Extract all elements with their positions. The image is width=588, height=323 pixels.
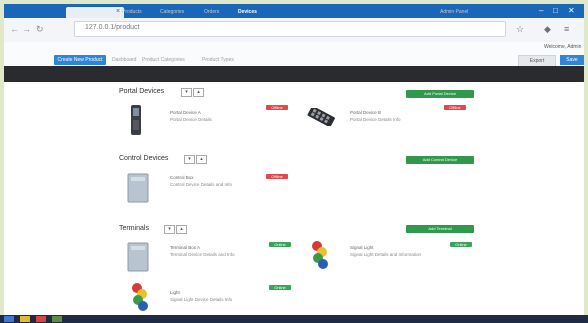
item-name[interactable]: Control Box	[170, 175, 194, 180]
signal-light-icon	[132, 283, 148, 311]
url-text: 127.0.0.1/product	[85, 24, 140, 31]
section-title-terminals: Terminals	[119, 225, 149, 232]
nav-products[interactable]: Products	[122, 9, 142, 15]
minimize-icon[interactable]: –	[539, 6, 543, 15]
back-icon[interactable]: ←	[10, 24, 19, 34]
extension-icon[interactable]: ◆	[544, 24, 551, 35]
portal-filter-dropdown[interactable]: ▾	[181, 88, 192, 97]
control-filter-dropdown[interactable]: ▾	[184, 155, 195, 164]
link-product-categories[interactable]: Product Categories	[142, 57, 185, 63]
status-badge: Offline	[266, 105, 288, 110]
add-terminal-button[interactable]: Add Terminal	[406, 225, 474, 233]
star-icon[interactable]: ☆	[516, 24, 524, 35]
control-box-icon	[127, 173, 149, 203]
link-product-types[interactable]: Product Types	[202, 57, 234, 63]
terminals-sort-dropdown[interactable]: ▴	[176, 225, 187, 234]
start-icon[interactable]	[4, 316, 14, 322]
phone-device-icon	[131, 105, 141, 135]
status-badge: Offline	[444, 105, 466, 110]
nav-orders[interactable]: Orders	[204, 9, 219, 15]
create-product-button[interactable]: Create New Product	[54, 55, 106, 65]
os-taskbar	[0, 315, 588, 323]
nav-categories[interactable]: Categories	[160, 9, 184, 15]
maximize-icon[interactable]: □	[553, 6, 558, 15]
item-name[interactable]: Terminal Box A	[170, 245, 200, 250]
save-button[interactable]: Save	[560, 55, 584, 65]
app-taskbar-icon[interactable]	[52, 316, 62, 322]
section-title-portal: Portal Devices	[119, 88, 165, 95]
user-greeting: Welcome, Admin	[544, 44, 582, 50]
item-desc: Signal Light Details and Information	[350, 252, 422, 257]
status-badge: Online	[269, 242, 291, 247]
section-title-control: Control Devices	[119, 155, 169, 162]
add-control-device-button[interactable]: Add Control Device	[406, 156, 474, 164]
reload-icon[interactable]: ↻	[36, 24, 44, 35]
control-sort-dropdown[interactable]: ▴	[196, 155, 207, 164]
item-desc: Portal Device Details	[170, 117, 212, 122]
status-badge: Online	[269, 285, 291, 290]
portal-sort-dropdown[interactable]: ▴	[193, 88, 204, 97]
item-name[interactable]: Portal Device A	[170, 110, 201, 115]
item-name[interactable]: Light	[170, 290, 180, 295]
status-badge: Online	[450, 242, 472, 247]
control-box-icon	[127, 242, 149, 272]
browser-taskbar-icon[interactable]	[36, 316, 46, 322]
item-desc: Control Device Details and Info	[170, 182, 233, 187]
keypad-device-icon	[307, 108, 335, 126]
status-badge: Offline	[266, 174, 288, 179]
item-name[interactable]: Portal Device B	[350, 110, 381, 115]
browser-window: × – □ ✕ ← → ↻ 127.0.0.1/product ☆ ◆ ≡ We…	[4, 4, 584, 319]
item-desc: Signal Light Device Details Info	[170, 297, 233, 302]
terminals-filter-dropdown[interactable]: ▾	[164, 225, 175, 234]
item-desc: Portal Device Details Info	[350, 117, 401, 122]
nav-admin-panel[interactable]: Admin Panel	[440, 9, 468, 15]
main-navbar	[4, 66, 584, 82]
close-window-icon[interactable]: ✕	[568, 6, 575, 15]
tab-close-icon[interactable]: ×	[116, 8, 120, 15]
add-portal-device-button[interactable]: Add Portal Device	[406, 90, 474, 98]
address-bar[interactable]: 127.0.0.1/product	[74, 21, 506, 37]
nav-devices[interactable]: Devices	[238, 9, 257, 15]
menu-icon[interactable]: ≡	[564, 24, 569, 34]
item-desc: Terminal Device Details and Info	[170, 252, 235, 257]
folder-icon[interactable]	[20, 316, 30, 322]
signal-light-icon	[312, 241, 328, 269]
link-dashboard[interactable]: Dashboard	[112, 57, 136, 63]
item-name[interactable]: Signal Light	[350, 245, 374, 250]
forward-icon[interactable]: →	[22, 24, 31, 34]
